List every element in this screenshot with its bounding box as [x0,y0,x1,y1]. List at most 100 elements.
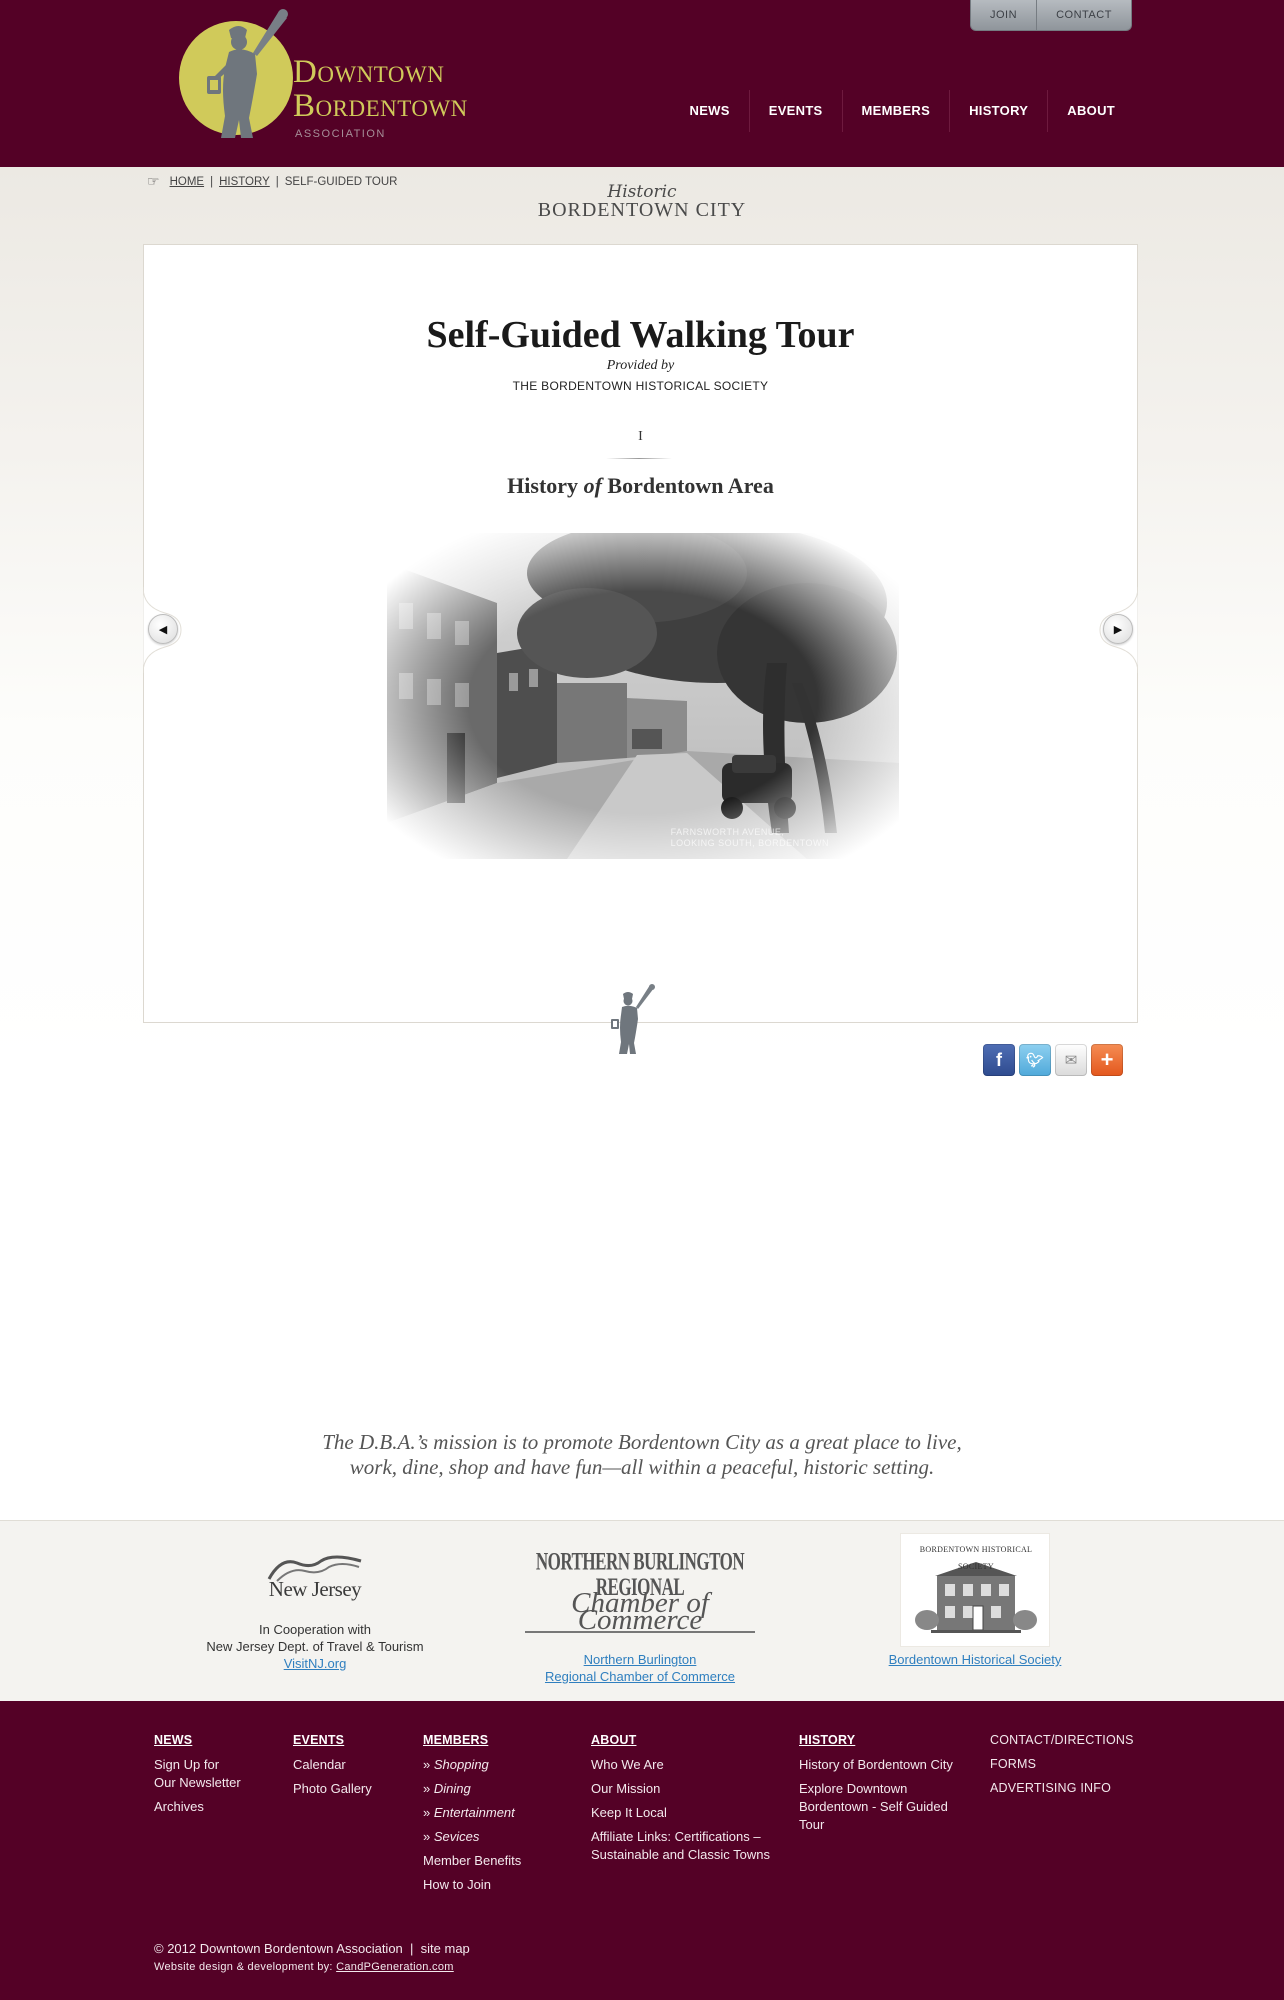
footer-link-photo-gallery[interactable]: Photo Gallery [293,1780,372,1798]
credit-link[interactable]: CandPGeneration.com [336,1961,454,1973]
chapter-title: History of Bordentown Area [144,473,1137,499]
chapter-title-of: of [583,473,602,498]
partner-new-jersey: New Jersey In Cooperation with New Jerse… [190,1551,440,1672]
footer-link-who-we-are[interactable]: Who We Are [591,1756,770,1774]
nav-events[interactable]: EVENTS [748,90,842,132]
nj-text-1: In Cooperation with [258,1622,371,1637]
footer-link-history-city[interactable]: History of Bordentown City [799,1756,953,1774]
facebook-icon: f [996,1049,1002,1070]
partners-strip: New Jersey In Cooperation with New Jerse… [0,1520,1284,1701]
society-name: THE BORDENTOWN HISTORICAL SOCIETY [512,379,769,393]
nav-members[interactable]: MEMBERS [841,90,950,132]
arrow-right-icon: ▶ [1113,623,1123,636]
footer-col-members: MEMBERS Shopping Dining Entertainment Se… [423,1731,521,1900]
chamber-logo: NORTHERN BURLINGTON REGIONAL Chamber of … [525,1549,755,1635]
footer-col-misc: CONTACT/DIRECTIONS FORMS ADVERTISING INF… [990,1731,1134,1803]
footer-link-shopping[interactable]: Shopping [423,1756,521,1774]
chamber-link-line-2: Regional Chamber of Commerce [544,1669,736,1684]
footer-link-calendar[interactable]: Calendar [293,1756,372,1774]
photo-caption-line-1: FARNSWORTH AVENUE, [670,827,785,837]
historic-street-photo-image [387,533,899,859]
chamber-link-line-1: Northern Burlington [583,1652,697,1667]
footer-head-about[interactable]: ABOUT [591,1731,770,1749]
add-icon: + [1100,1047,1114,1072]
logo-wordmark: Downtown Bordentown [293,55,468,123]
visitnj-link[interactable]: VisitNJ.org [284,1656,347,1671]
footer-link-dining[interactable]: Dining [423,1780,521,1798]
footer-link-affiliate-links[interactable]: Affiliate Links: Certifications – [591,1828,770,1846]
tour-slide-panel: Self-Guided Walking Tour Provided by THE… [142,244,1139,1023]
chapter-title-post: Bordentown Area [601,473,774,498]
footer-link-member-benefits[interactable]: Member Benefits [423,1852,521,1870]
town-crier-logo-icon [207,9,288,138]
utility-nav: JOIN CONTACT [970,0,1132,31]
historic-street-photo: FARNSWORTH AVENUE, LOOKING SOUTH, BORDEN… [387,533,899,859]
footer-link-explore-downtown[interactable]: Explore Downtown [799,1780,953,1798]
mission-statement: The D.B.A.’s mission is to promote Borde… [0,1430,1284,1480]
next-slide-button[interactable]: ▶ [1103,614,1133,644]
chapter-title-pre: History [507,473,584,498]
divider [606,458,672,459]
footer-link-our-mission[interactable]: Our Mission [591,1780,770,1798]
share-bar: f 🐦︎ ✉ + [983,1044,1123,1076]
footer-link-advertising[interactable]: ADVERTISING INFO [990,1779,1134,1797]
sitemap-link[interactable]: site map [421,1941,470,1956]
chamber-logo-line-1: NORTHERN BURLINGTON REGIONAL [535,1547,745,1601]
join-button[interactable]: JOIN [971,0,1036,30]
nj-text-2: New Jersey Dept. of Travel & Tourism [206,1639,424,1654]
nav-news[interactable]: NEWS [671,90,749,132]
chamber-link[interactable]: Northern Burlington Regional Chamber of … [510,1651,770,1685]
footer-col-about: ABOUT Who We Are Our Mission Keep It Loc… [591,1731,770,1870]
nav-history[interactable]: HISTORY [949,90,1047,132]
credit-text: Website design & development by: [154,1961,333,1973]
footer-link-keep-it-local[interactable]: Keep It Local [591,1804,770,1822]
footer-link-archives[interactable]: Archives [154,1798,241,1816]
photo-caption: FARNSWORTH AVENUE, LOOKING SOUTH, BORDEN… [671,827,829,849]
twitter-share-button[interactable]: 🐦︎ [1019,1044,1051,1076]
footer-link-how-to-join[interactable]: How to Join [423,1876,521,1894]
footer-link-contact-directions[interactable]: CONTACT/DIRECTIONS [990,1731,1134,1749]
photo-caption-line-2: LOOKING SOUTH, BORDENTOWN [670,838,829,848]
footer-link-services[interactable]: Sevices [423,1828,521,1846]
addthis-share-button[interactable]: + [1091,1044,1123,1076]
contact-button[interactable]: CONTACT [1036,0,1131,30]
new-jersey-logo: New Jersey [255,1551,375,1615]
design-credit: Website design & development by: CandPGe… [154,1961,454,1973]
historical-society-logo: BORDENTOWN HISTORICAL SOCIETY [900,1533,1050,1647]
new-jersey-wordmark: New Jersey [268,1577,362,1601]
prev-slide-button[interactable]: ◀ [148,614,178,644]
main-nav: NEWS EVENTS MEMBERS HISTORY ABOUT [671,90,1134,132]
mission-line-1: The D.B.A.’s mission is to promote Borde… [322,1430,962,1454]
facebook-share-button[interactable]: f [983,1044,1015,1076]
footer-link-newsletter[interactable]: Our Newsletter [154,1774,241,1792]
copyright-text: © 2012 Downtown Bordentown Association [154,1941,403,1956]
historical-society-link[interactable]: Bordentown Historical Society [889,1652,1062,1667]
town-crier-icon [611,984,655,1054]
footer-link-forms[interactable]: FORMS [990,1755,1134,1773]
footer-link-signup[interactable]: Sign Up for [154,1756,241,1774]
prev-slide-tab: ◀ [142,586,183,674]
section-title-caps: BORDENTOWN CITY [537,199,747,221]
footer-head-news[interactable]: NEWS [154,1731,241,1749]
footer-head-history[interactable]: HISTORY [799,1731,953,1749]
historical-society-logo-text: BORDENTOWN HISTORICAL SOCIETY [919,1545,1033,1571]
footer-link-tour[interactable]: Tour [799,1816,953,1834]
arrow-left-icon: ◀ [158,623,168,636]
section-title: Historic BORDENTOWN CITY [0,182,1284,222]
tour-title: Self-Guided Walking Tour [426,314,855,356]
footer-head-events[interactable]: EVENTS [293,1731,372,1749]
copyright: © 2012 Downtown Bordentown Association |… [154,1941,470,1956]
footer-link-sustainable-towns[interactable]: Sustainable and Classic Towns [591,1846,770,1864]
footer-link-entertainment[interactable]: Entertainment [423,1804,521,1822]
logo-subtitle: ASSOCIATION [295,128,386,140]
mission-line-2: work, dine, shop and have fun—all within… [349,1455,935,1479]
provided-by-label: Provided by [606,358,675,373]
partner-historical-society: BORDENTOWN HISTORICAL SOCIETY Bordentown… [860,1533,1090,1668]
email-share-button[interactable]: ✉ [1055,1044,1087,1076]
twitter-icon: 🐦︎ [1026,1051,1044,1068]
copyright-separator: | [410,1941,414,1956]
next-slide-tab: ▶ [1098,586,1139,674]
nav-about[interactable]: ABOUT [1047,90,1134,132]
footer-head-members[interactable]: MEMBERS [423,1731,521,1749]
footer-link-self-guided[interactable]: Bordentown - Self Guided [799,1798,953,1816]
